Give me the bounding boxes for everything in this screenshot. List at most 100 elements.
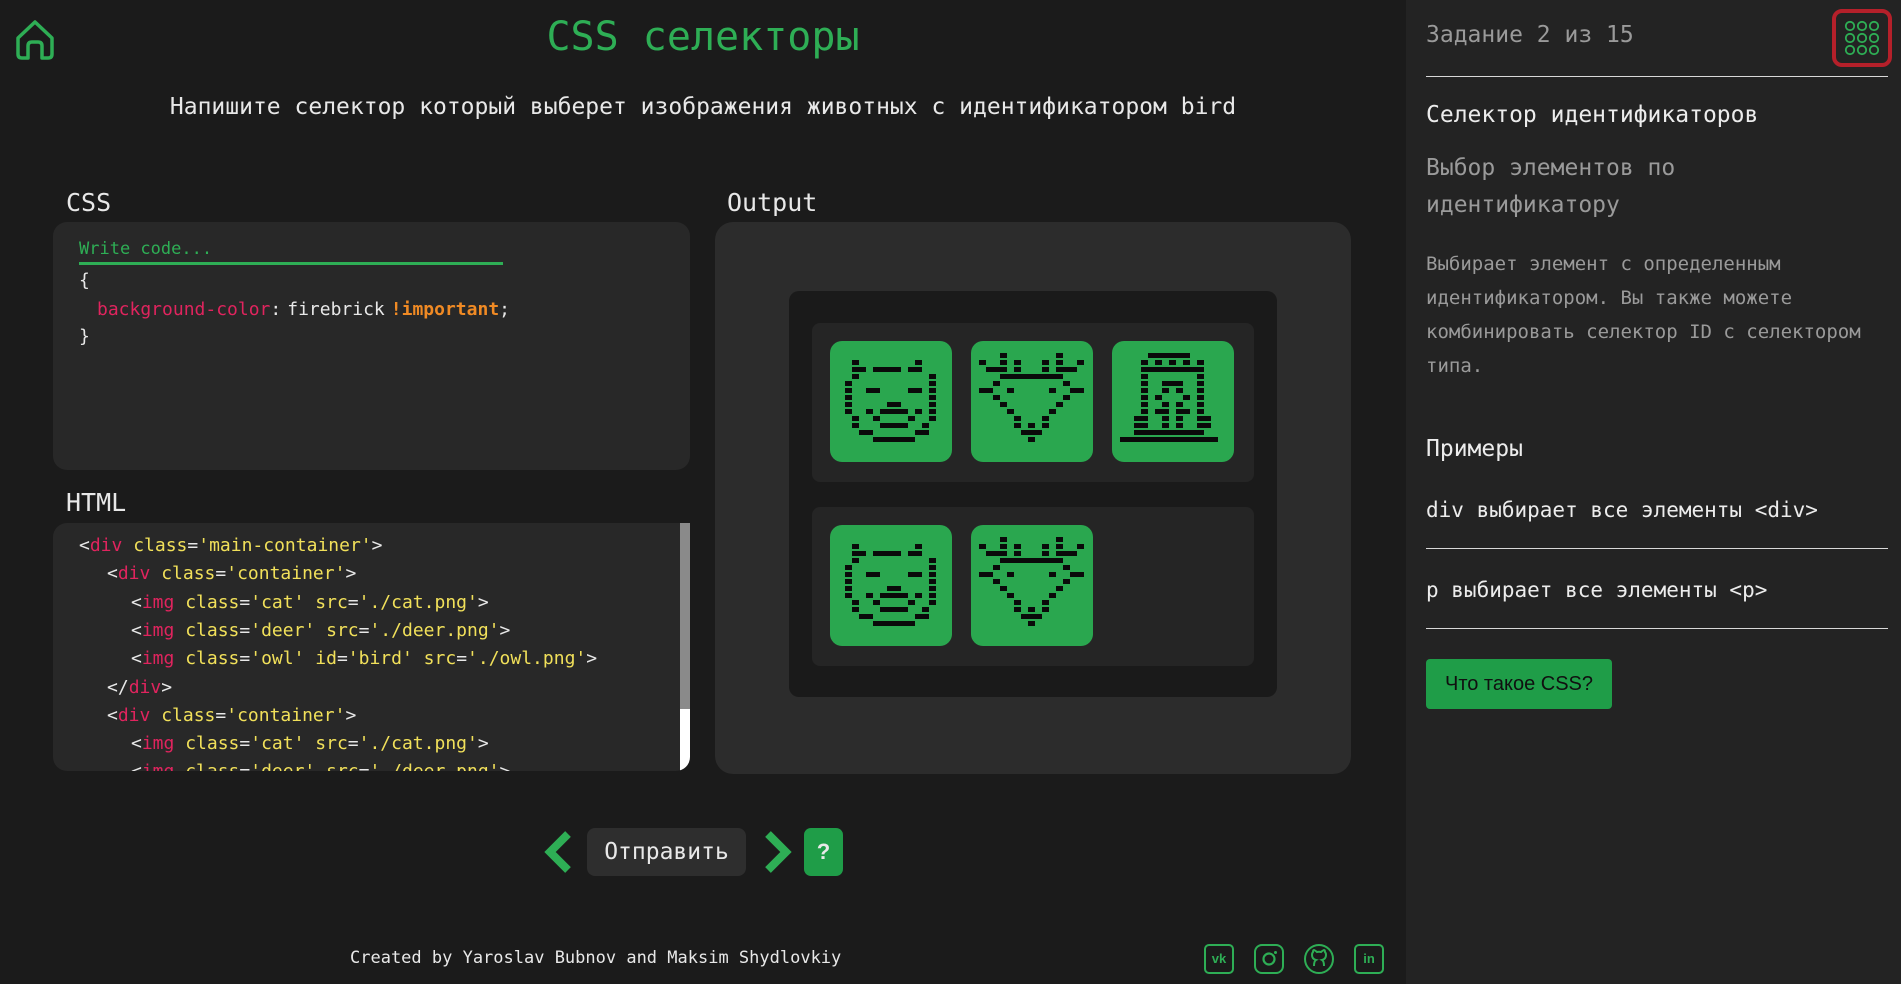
- html-attr-name: class: [185, 761, 239, 771]
- deer-image: [971, 525, 1093, 646]
- html-attr-name: src: [423, 648, 457, 670]
- html-attr-value: './cat.png': [358, 591, 478, 613]
- css-declaration: background-color: firebrick !important;: [97, 299, 510, 320]
- css-semicolon: ;: [499, 299, 510, 320]
- linkedin-icon[interactable]: in: [1354, 944, 1384, 974]
- selector-description: Выбирает элемент с определенным идентифи…: [1426, 253, 1861, 377]
- css-label: CSS: [66, 188, 112, 217]
- css-important: !important: [390, 299, 500, 320]
- html-bracket: >: [477, 591, 489, 613]
- html-attr-value: 'main-container': [198, 535, 372, 556]
- owl-image: [1112, 341, 1234, 462]
- css-open-brace: {: [79, 270, 90, 291]
- vk-icon[interactable]: vk: [1204, 944, 1234, 974]
- github-icon[interactable]: [1304, 944, 1334, 974]
- html-tag-name: div: [117, 704, 151, 726]
- cat-image: [830, 341, 952, 462]
- html-attr-name: class: [185, 648, 240, 670]
- divider: [1426, 76, 1888, 77]
- html-attr-name: src: [326, 619, 359, 641]
- css-property: background-color: [97, 299, 271, 320]
- html-code-line: <img class='owl' id='bird' src='./owl.pn…: [131, 648, 598, 670]
- html-attr-name: class: [161, 563, 216, 585]
- examples-title: Примеры: [1426, 436, 1523, 462]
- html-attr-value: 'bird': [347, 648, 413, 670]
- chevron-right-icon[interactable]: [762, 830, 794, 874]
- html-attr-value: './owl.png': [467, 648, 587, 670]
- help-button[interactable]: ?: [804, 828, 843, 876]
- html-bracket: <: [107, 704, 118, 726]
- html-tag-name: div: [89, 535, 123, 556]
- html-bracket: >: [161, 676, 173, 698]
- html-attr-value: 'deer': [250, 761, 315, 771]
- html-attr-name: class: [185, 591, 240, 613]
- html-bracket: <: [131, 591, 142, 613]
- css-editor: { background-color:firebrick!important; …: [53, 222, 690, 470]
- html-code-line: <div class='container'>: [107, 563, 357, 585]
- output-label: Output: [727, 188, 818, 217]
- main-container-preview: [789, 291, 1277, 697]
- html-attr-value: 'container': [226, 563, 346, 585]
- html-tag-name: img: [142, 761, 175, 771]
- page-title: CSS селекторы: [546, 14, 860, 60]
- divider: [1426, 548, 1888, 549]
- html-tag-name: img: [141, 733, 175, 755]
- html-code-line: <img class='deer' src='./deer.png'>: [131, 761, 510, 771]
- html-code-line: <img class='cat' src='./cat.png'>: [131, 591, 489, 613]
- footer-credits: Created by Yaroslav Bubnov and Maksim Sh…: [350, 948, 842, 968]
- html-bracket: <: [131, 648, 142, 670]
- selector-title: Селектор идентификаторов: [1426, 102, 1759, 128]
- what-is-css-button[interactable]: Что такое CSS?: [1426, 659, 1612, 709]
- html-bracket: >: [477, 733, 489, 755]
- output-panel: [715, 222, 1351, 774]
- html-tag-name: img: [141, 619, 175, 641]
- html-bracket: >: [499, 619, 511, 641]
- html-attr-name: class: [161, 704, 216, 726]
- task-description: Напишите селектор который выберет изобра…: [169, 94, 1237, 120]
- example-item: p выбирает все элементы <p>: [1426, 578, 1768, 602]
- html-attr-value: 'container': [226, 704, 346, 726]
- css-selector-input[interactable]: [79, 236, 503, 265]
- html-attr-name: id: [315, 648, 337, 670]
- html-attr-value: './deer.png': [369, 619, 500, 641]
- html-code-line: <div class='container'>: [107, 704, 357, 726]
- html-bracket: <: [79, 535, 90, 556]
- html-scrollbar-thumb[interactable]: [680, 523, 690, 709]
- html-tag-name: div: [128, 676, 162, 698]
- html-code-line: </div>: [107, 677, 172, 698]
- instagram-icon[interactable]: [1254, 944, 1284, 974]
- html-tag-name: img: [141, 591, 175, 613]
- html-tag-name: img: [141, 648, 175, 670]
- html-attr-name: src: [315, 733, 348, 755]
- html-attr-value: 'deer': [250, 619, 316, 641]
- submit-button[interactable]: Отправить: [587, 828, 746, 876]
- html-attr-value: './deer.png': [369, 761, 499, 771]
- sidebar: Задание 2 из 15 Селектор идентификаторов…: [1406, 0, 1901, 984]
- html-attr-value: 'cat': [250, 591, 305, 613]
- html-scrollbar[interactable]: [680, 523, 690, 771]
- html-bracket: >: [586, 648, 598, 670]
- css-colon: :: [270, 299, 282, 320]
- deer-image: [971, 341, 1093, 462]
- html-attr-name: class: [133, 535, 188, 556]
- html-bracket: <: [131, 733, 142, 755]
- html-label: HTML: [66, 488, 127, 517]
- task-counter: Задание 2 из 15: [1426, 22, 1634, 48]
- html-attr-name: class: [185, 733, 240, 755]
- html-attr-value: 'cat': [250, 733, 305, 755]
- html-bracket: >: [345, 563, 357, 585]
- html-bracket: <: [131, 761, 142, 771]
- main-area: CSS селекторы Напишите селектор который …: [0, 0, 1406, 984]
- html-viewer[interactable]: <div class='main-container'> <div class='…: [53, 523, 690, 771]
- html-attr-name: src: [326, 761, 359, 771]
- html-bracket: <: [107, 563, 118, 585]
- html-code-line: <img class='deer' src='./deer.png'>: [131, 619, 511, 641]
- html-bracket: </: [107, 676, 129, 698]
- chevron-left-icon[interactable]: [542, 830, 574, 874]
- divider: [1426, 628, 1888, 629]
- html-bracket: <: [131, 619, 142, 641]
- html-tag-name: div: [117, 563, 151, 585]
- html-attr-name: class: [185, 619, 240, 641]
- levels-menu-icon[interactable]: [1832, 9, 1892, 67]
- html-attr-value: 'owl': [250, 648, 305, 670]
